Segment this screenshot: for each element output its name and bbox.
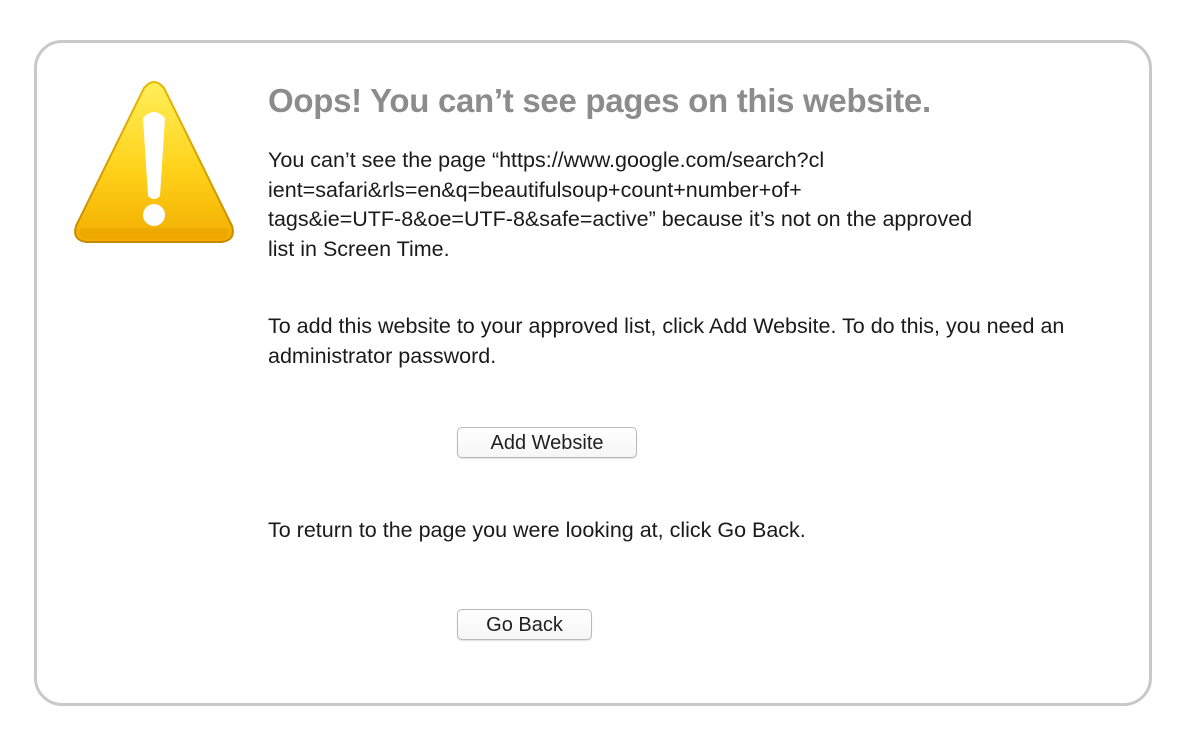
page-title: Oops! You can’t see pages on this websit… <box>268 82 931 119</box>
go-back-instructions: To return to the page you were looking a… <box>268 518 806 542</box>
message-line-1: You can’t see the page “https://www.goog… <box>268 148 825 172</box>
message-line-2: ient=safari&rls=en&q=beautifulsoup+count… <box>268 177 802 202</box>
warning-triangle-icon <box>74 81 234 243</box>
message-line-4: list in Screen Time. <box>268 236 450 261</box>
add-website-instructions: To add this website to your approved lis… <box>268 314 1065 368</box>
blocked-page-message: You can’t see the page “https://www.goog… <box>268 146 1098 264</box>
go-back-button[interactable]: Go Back <box>457 609 592 640</box>
message-line-3: tags&ie=UTF-8&oe=UTF-8&safe=active” beca… <box>268 207 973 231</box>
add-website-button[interactable]: Add Website <box>457 427 637 458</box>
